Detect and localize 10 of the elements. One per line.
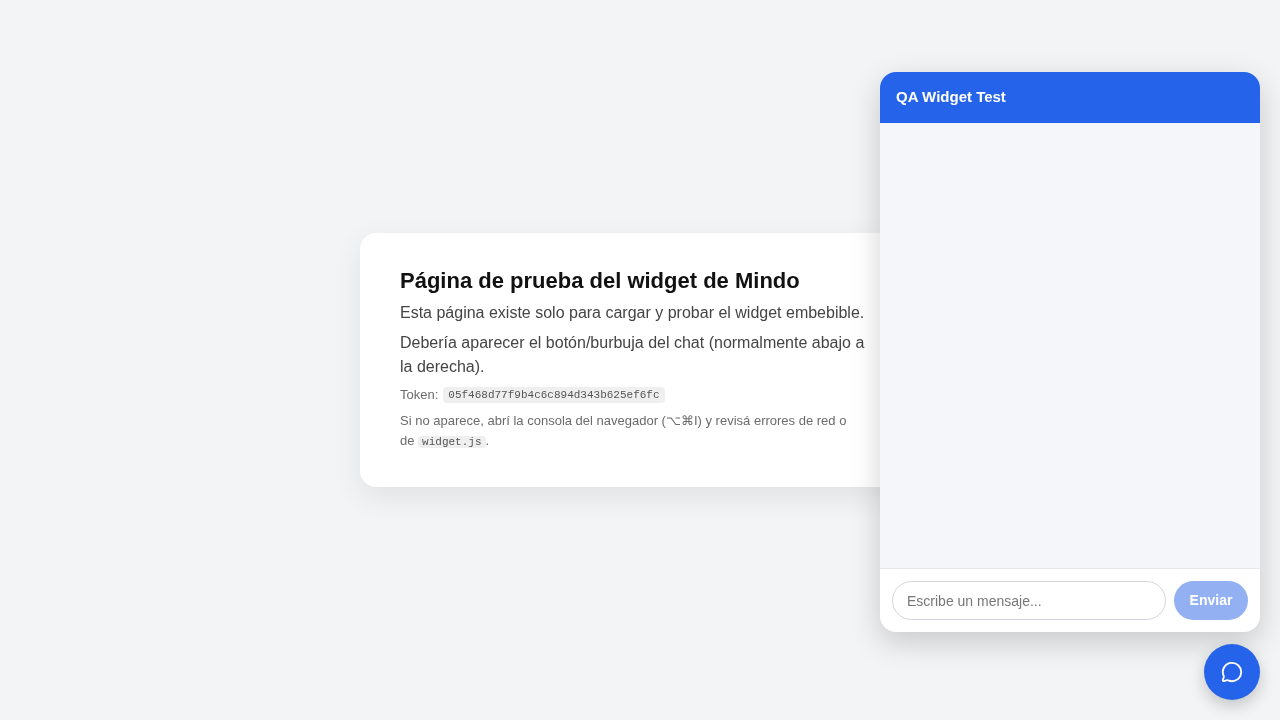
chat-title: QA Widget Test — [896, 87, 1006, 108]
chat-bubble-icon — [1221, 661, 1243, 683]
token-label: Token: — [400, 386, 439, 404]
message-input[interactable]: Escribe un mensaje... — [892, 581, 1166, 620]
help-note: Si no aparece, abrí la consola del navegador (⌥⌘I) y revisá errores de red o de widget.js . — [400, 412, 848, 450]
intro-paragraph: Esta página existe solo para cargar y probar el widget embebible. — [400, 303, 866, 323]
intro-paragraph: Debería aparecer el botón/burbuja del chat (normalmente abajo a la derecha). — [400, 333, 866, 377]
chat-launcher-button[interactable] — [1204, 644, 1260, 700]
token-value: 05f468d77f9b4c6c894d343b625ef6fc — [443, 387, 665, 403]
page-heading: Página de prueba del widget de Mindo — [400, 267, 801, 295]
